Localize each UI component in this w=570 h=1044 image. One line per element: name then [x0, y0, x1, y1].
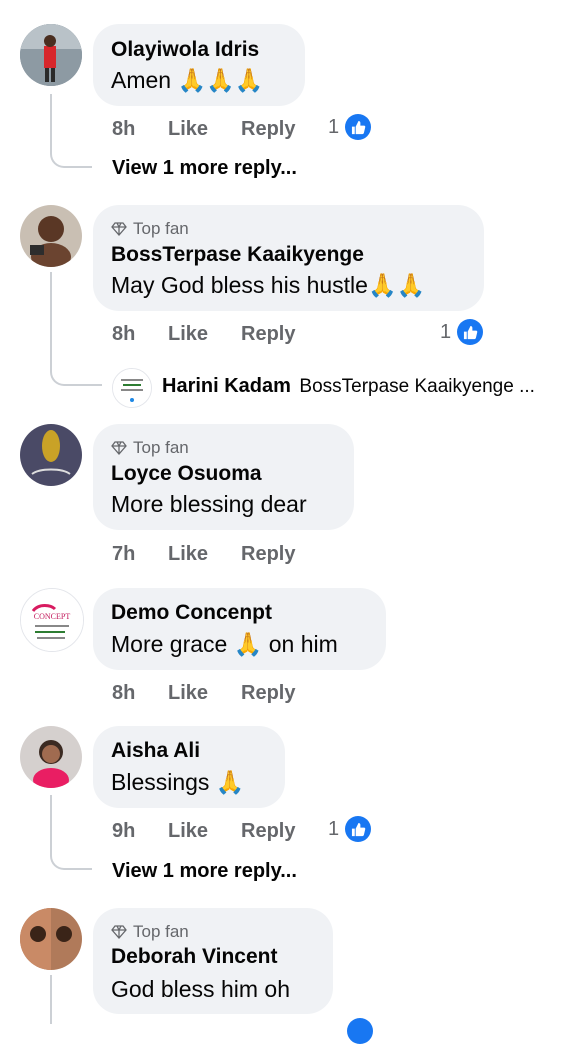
comment-bubble: Olayiwola Idris Amen 🙏🙏🙏 — [93, 24, 305, 106]
comment-text: God bless him oh — [111, 976, 290, 1002]
reply-snippet: BossTerpase Kaaikyenge ... — [299, 376, 535, 397]
thumbs-up-icon-partial — [347, 1018, 373, 1044]
timestamp[interactable]: 9h — [112, 820, 135, 843]
view-more-replies[interactable]: View 1 more reply... — [112, 157, 297, 180]
timestamp[interactable]: 7h — [112, 543, 135, 566]
reaction-number: 1 — [328, 817, 340, 840]
top-fan-badge: Top fan — [111, 438, 189, 458]
top-fan-badge: Top fan — [111, 219, 189, 239]
commenter-name[interactable]: Demo Concenpt — [111, 601, 272, 625]
comment-text: Amen 🙏🙏🙏 — [111, 67, 264, 93]
comment-text: More grace 🙏 on him — [111, 631, 338, 657]
view-more-replies[interactable]: View 1 more reply... — [112, 860, 297, 883]
commenter-name[interactable]: Olayiwola Idris — [111, 38, 259, 62]
reply-button[interactable]: Reply — [241, 682, 295, 705]
thread-line — [50, 94, 92, 168]
avatar[interactable] — [20, 205, 82, 267]
reply-preview[interactable]: Harini Kadam BossTerpase Kaaikyenge ... — [162, 375, 535, 398]
comment-text: May God bless his hustle🙏🙏 — [111, 272, 426, 298]
reply-author[interactable]: Harini Kadam — [162, 375, 291, 397]
like-button[interactable]: Like — [168, 118, 208, 141]
comment-bubble: Aisha Ali Blessings 🙏 — [93, 726, 285, 808]
commenter-name[interactable]: BossTerpase Kaaikyenge — [111, 243, 364, 267]
reply-button[interactable]: Reply — [241, 323, 295, 346]
reply-avatar[interactable] — [112, 368, 152, 408]
avatar[interactable]: CONCEPT — [20, 588, 84, 652]
comment-text: Blessings 🙏 — [111, 769, 245, 795]
avatar[interactable] — [20, 424, 82, 486]
reaction-count[interactable]: 1 — [440, 319, 484, 345]
badge-label: Top fan — [133, 219, 189, 238]
timestamp[interactable]: 8h — [112, 118, 135, 141]
like-button[interactable]: Like — [168, 323, 208, 346]
timestamp[interactable]: 8h — [112, 682, 135, 705]
comment-bubble: Top fan Deborah Vincent God bless him oh — [93, 908, 333, 1014]
top-fan-badge: Top fan — [111, 922, 189, 942]
thumbs-up-icon — [345, 816, 372, 842]
diamond-icon — [111, 925, 127, 939]
avatar[interactable] — [20, 908, 82, 970]
logo-text: CONCEPT — [34, 612, 71, 621]
reaction-count[interactable]: 1 — [328, 816, 372, 842]
diamond-icon — [111, 222, 127, 236]
commenter-name[interactable]: Deborah Vincent — [111, 945, 277, 969]
reaction-count[interactable]: 1 — [328, 114, 372, 140]
thumbs-up-icon — [457, 319, 484, 345]
badge-label: Top fan — [133, 922, 189, 941]
thread-line — [50, 272, 102, 386]
comment-text: More blessing dear — [111, 491, 307, 517]
timestamp[interactable]: 8h — [112, 323, 135, 346]
thread-line — [50, 795, 92, 870]
comment-bubble: Top fan BossTerpase Kaaikyenge May God b… — [93, 205, 484, 311]
avatar[interactable] — [20, 24, 82, 86]
thumbs-up-icon — [345, 114, 372, 140]
reply-button[interactable]: Reply — [241, 820, 295, 843]
like-button[interactable]: Like — [168, 820, 208, 843]
diamond-icon — [111, 441, 127, 455]
commenter-name[interactable]: Aisha Ali — [111, 739, 200, 763]
badge-label: Top fan — [133, 438, 189, 457]
reply-button[interactable]: Reply — [241, 543, 295, 566]
like-button[interactable]: Like — [168, 682, 208, 705]
like-button[interactable]: Like — [168, 543, 208, 566]
reply-button[interactable]: Reply — [241, 118, 295, 141]
commenter-name[interactable]: Loyce Osuoma — [111, 462, 262, 486]
comment-bubble: Demo Concenpt More grace 🙏 on him — [93, 588, 386, 670]
reaction-number: 1 — [440, 320, 452, 343]
reaction-number: 1 — [328, 115, 340, 138]
comment-bubble: Top fan Loyce Osuoma More blessing dear — [93, 424, 354, 530]
thread-line — [50, 975, 52, 1024]
avatar[interactable] — [20, 726, 82, 788]
